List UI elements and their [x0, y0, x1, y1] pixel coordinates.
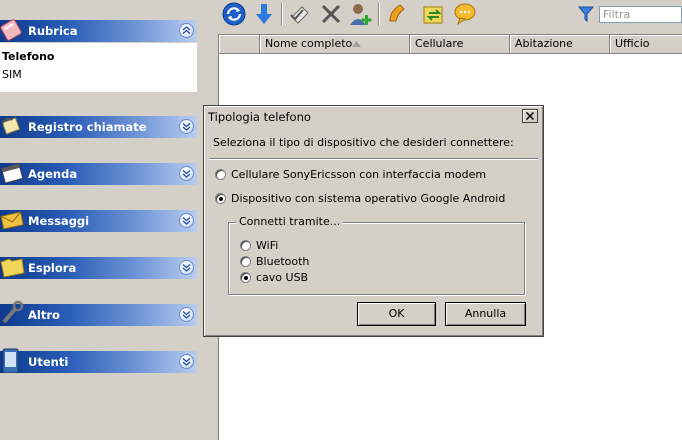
add-contact-button[interactable]: [348, 1, 374, 27]
chat-icon: [454, 3, 476, 26]
chat-button[interactable]: [452, 1, 478, 27]
radio-button[interactable]: [215, 193, 226, 204]
call-log-icon: [1, 117, 21, 135]
section-header-messaggi[interactable]: Messaggi: [0, 210, 197, 232]
radio-label: Bluetooth: [256, 255, 310, 268]
connection-groupbox: Connetti tramite... WiFi Bluetooth cavo …: [228, 215, 525, 295]
refresh-icon: [222, 2, 246, 26]
radio-usb[interactable]: cavo USB: [240, 271, 308, 284]
toolbar: [216, 0, 682, 32]
chevron-down-icon[interactable]: [179, 307, 194, 322]
column-header-ufficio[interactable]: Ufficio: [610, 35, 682, 54]
connection-group-label: Connetti tramite...: [236, 215, 344, 228]
section-header-utenti[interactable]: Utenti: [0, 348, 197, 373]
radio-android[interactable]: Dispositivo con sistema operativo Google…: [215, 192, 505, 205]
column-header-label: Cellulare: [415, 37, 464, 50]
column-header-abitazione[interactable]: Abitazione: [510, 35, 610, 54]
rubrica-item-sim[interactable]: SIM: [2, 68, 22, 81]
sync-button[interactable]: [421, 1, 447, 27]
filter-icon: [578, 6, 594, 23]
radio-button[interactable]: [240, 256, 251, 267]
sync-icon: [423, 6, 443, 24]
download-button[interactable]: [251, 1, 277, 27]
column-header-select[interactable]: [219, 35, 260, 54]
section-label-registro-chiamate: Registro chiamate: [28, 120, 147, 134]
call-icon: [389, 4, 405, 22]
chevron-down-icon[interactable]: [179, 213, 194, 228]
tools-icon: [2, 300, 24, 324]
section-label-rubrica: Rubrica: [28, 24, 78, 38]
radio-button[interactable]: [240, 272, 251, 283]
column-header-cellulare[interactable]: Cellulare: [410, 35, 510, 54]
phone-device-icon: [2, 348, 19, 373]
close-button[interactable]: [522, 109, 538, 123]
chevron-down-icon[interactable]: [179, 260, 194, 275]
radio-sonyericsson[interactable]: Cellulare SonyEricsson con interfaccia m…: [215, 168, 486, 181]
toolbar-separator: [281, 3, 283, 25]
radio-bluetooth[interactable]: Bluetooth: [240, 255, 309, 268]
ok-button[interactable]: OK: [357, 302, 436, 326]
radio-button[interactable]: [215, 169, 226, 180]
section-label-altro: Altro: [28, 308, 60, 322]
column-header-nome-completo[interactable]: Nome completo: [260, 35, 410, 54]
section-label-esplora: Esplora: [28, 261, 77, 275]
section-header-altro[interactable]: Altro: [0, 300, 197, 326]
column-header-label: Nome completo: [265, 37, 353, 50]
add-contact-icon: [350, 4, 372, 25]
radio-label: Dispositivo con sistema operativo Google…: [231, 192, 506, 205]
calendar-icon: [0, 163, 24, 184]
section-label-messaggi: Messaggi: [28, 214, 90, 228]
section-header-rubrica[interactable]: Rubrica: [0, 19, 197, 42]
address-book-icon: [0, 19, 22, 41]
call-button[interactable]: [386, 1, 412, 27]
chevron-down-icon[interactable]: [179, 354, 194, 369]
chevron-down-icon[interactable]: [179, 166, 194, 181]
chevron-down-icon[interactable]: [179, 119, 194, 134]
dialog-separator: [209, 158, 538, 160]
folder-icon: [0, 258, 25, 278]
section-header-registro-chiamate[interactable]: Registro chiamate: [0, 116, 197, 138]
radio-label: Cellulare SonyEricsson con interfaccia m…: [231, 168, 487, 181]
edit-button[interactable]: [288, 1, 314, 27]
dialog-title: Tipologia telefono: [208, 110, 311, 124]
delete-x-icon: [321, 4, 341, 24]
section-header-agenda[interactable]: Agenda: [0, 163, 197, 185]
dialog-prompt: Seleziona il tipo di dispositivo che des…: [213, 136, 514, 149]
download-icon: [256, 4, 272, 24]
toolbar-separator: [378, 3, 380, 25]
column-header-label: Ufficio: [615, 37, 650, 50]
radio-button[interactable]: [240, 240, 251, 251]
sidebar: Rubrica Telefono SIM Registro chiamate A…: [0, 0, 216, 440]
rubrica-item-telefono[interactable]: Telefono: [2, 50, 54, 63]
section-label-agenda: Agenda: [28, 167, 78, 181]
edit-check-icon: [290, 6, 309, 24]
section-label-utenti: Utenti: [28, 355, 69, 369]
close-icon: [526, 112, 534, 120]
section-header-esplora[interactable]: Esplora: [0, 257, 197, 279]
envelope-icon: [0, 211, 24, 230]
radio-wifi[interactable]: WiFi: [240, 239, 278, 252]
filter-input[interactable]: [599, 6, 682, 23]
rubrica-panel: Telefono SIM: [0, 43, 197, 92]
radio-label: WiFi: [256, 239, 279, 252]
refresh-button[interactable]: [221, 1, 247, 27]
column-header-label: Abitazione: [515, 37, 573, 50]
dialog-titlebar[interactable]: Tipologia telefono: [206, 108, 541, 126]
phone-type-dialog: Tipologia telefono Seleziona il tipo di …: [203, 105, 544, 337]
cancel-button[interactable]: Annulla: [445, 302, 526, 326]
sort-ascending-icon: [352, 41, 361, 47]
radio-label: cavo USB: [256, 271, 309, 284]
chevron-up-icon[interactable]: [179, 23, 194, 38]
delete-button[interactable]: [318, 1, 344, 27]
